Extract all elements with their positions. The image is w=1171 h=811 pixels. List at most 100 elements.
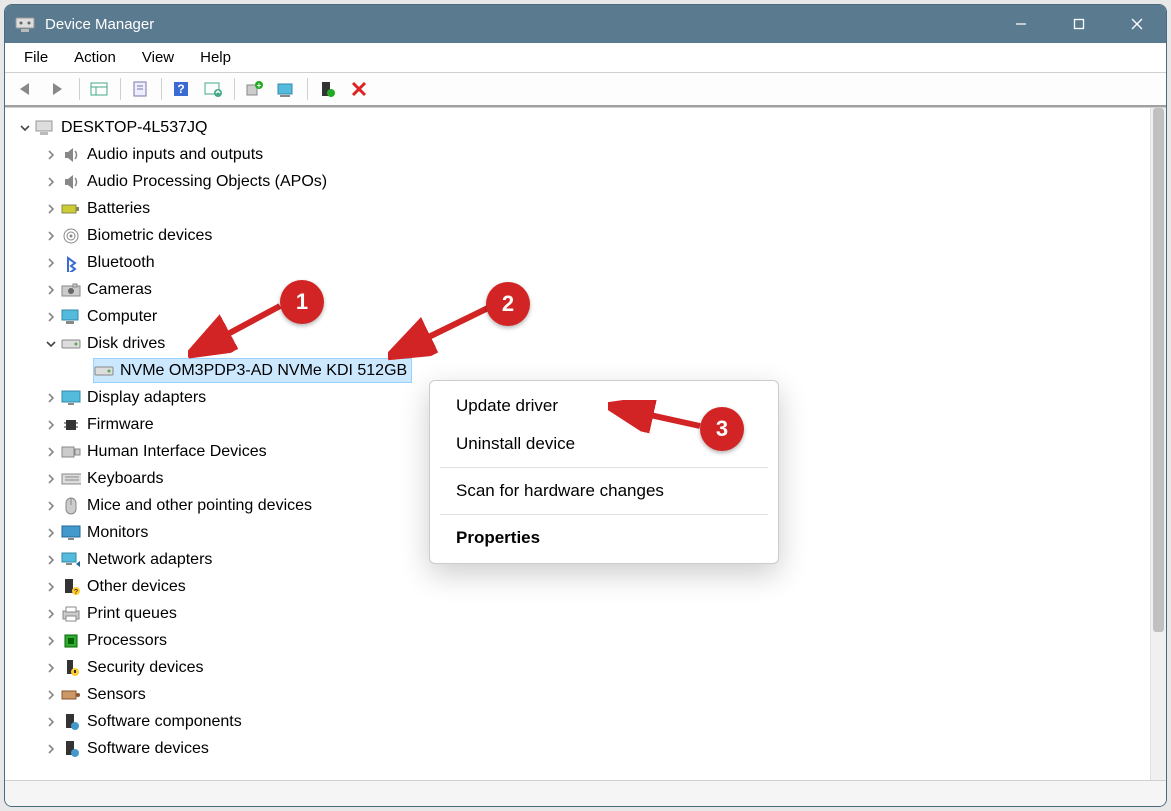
toolbar-disable-button[interactable] <box>344 76 374 102</box>
toolbar-back-button[interactable] <box>11 76 41 102</box>
keyboard-icon <box>61 469 81 489</box>
toolbar-properties-button[interactable] <box>125 76 155 102</box>
tree-category-label: Computer <box>87 308 157 326</box>
cpu-icon <box>61 631 81 651</box>
chevron-right-icon[interactable] <box>43 282 59 298</box>
battery-icon <box>61 199 81 219</box>
toolbar: ? + <box>5 73 1166 107</box>
toolbar-separator <box>234 78 235 100</box>
close-button[interactable] <box>1108 5 1166 43</box>
toolbar-separator <box>307 78 308 100</box>
software-icon <box>61 739 81 759</box>
printer-icon <box>61 604 81 624</box>
toolbar-scan-button[interactable] <box>198 76 228 102</box>
tree-category[interactable]: Computer <box>13 303 1148 330</box>
chevron-right-icon[interactable] <box>43 579 59 595</box>
tree-category[interactable]: Disk drives <box>13 330 1148 357</box>
tree-category-label: Monitors <box>87 524 148 542</box>
tree-category[interactable]: Batteries <box>13 195 1148 222</box>
scrollbar-thumb[interactable] <box>1153 108 1164 632</box>
tree-category-label: Keyboards <box>87 470 164 488</box>
toolbar-separator <box>120 78 121 100</box>
context-menu-item[interactable]: Properties <box>430 519 778 557</box>
tree-category[interactable]: Software devices <box>13 735 1148 762</box>
toolbar-enable-button[interactable] <box>312 76 342 102</box>
menu-action[interactable]: Action <box>61 43 129 72</box>
speaker-icon <box>61 172 81 192</box>
toolbar-forward-button[interactable] <box>43 76 73 102</box>
tree-category-label: Software devices <box>87 740 209 758</box>
chevron-right-icon[interactable] <box>43 174 59 190</box>
computer-icon <box>61 307 81 327</box>
tree-category[interactable]: Audio Processing Objects (APOs) <box>13 168 1148 195</box>
statusbar <box>5 780 1166 806</box>
chevron-right-icon[interactable] <box>43 228 59 244</box>
chevron-down-icon[interactable] <box>43 336 59 352</box>
maximize-button[interactable] <box>1050 5 1108 43</box>
tree-category[interactable]: Cameras <box>13 276 1148 303</box>
chevron-right-icon[interactable] <box>43 471 59 487</box>
tree-category[interactable]: Sensors <box>13 681 1148 708</box>
chevron-right-icon[interactable] <box>43 147 59 163</box>
chevron-right-icon[interactable] <box>43 444 59 460</box>
chevron-right-icon[interactable] <box>43 633 59 649</box>
bluetooth-icon <box>61 253 81 273</box>
chevron-right-icon[interactable] <box>43 660 59 676</box>
chevron-right-icon[interactable] <box>43 552 59 568</box>
tree-device-label: NVMe OM3PDP3-AD NVMe KDI 512GB <box>120 362 407 380</box>
menu-help[interactable]: Help <box>187 43 244 72</box>
tree-root[interactable]: DESKTOP-4L537JQ <box>13 114 1148 141</box>
tree-category-label: Display adapters <box>87 389 206 407</box>
tree-category-label: Network adapters <box>87 551 212 569</box>
context-menu-separator <box>440 467 768 468</box>
tree-category-label: Sensors <box>87 686 146 704</box>
tree-category[interactable]: Biometric devices <box>13 222 1148 249</box>
network-icon <box>61 550 81 570</box>
context-menu-item[interactable]: Scan for hardware changes <box>430 472 778 510</box>
tree-category[interactable]: Software components <box>13 708 1148 735</box>
chevron-right-icon[interactable] <box>43 255 59 271</box>
toolbar-uninstall-button[interactable] <box>271 76 301 102</box>
chevron-right-icon[interactable] <box>43 498 59 514</box>
toolbar-show-hide-tree-button[interactable] <box>84 76 114 102</box>
chevron-right-icon[interactable] <box>43 390 59 406</box>
chevron-right-icon[interactable] <box>43 687 59 703</box>
window-controls <box>992 5 1166 43</box>
chevron-right-icon[interactable] <box>43 417 59 433</box>
chevron-down-icon[interactable] <box>17 120 33 136</box>
toolbar-update-driver-button[interactable]: + <box>239 76 269 102</box>
menu-view[interactable]: View <box>129 43 187 72</box>
security-icon <box>61 658 81 678</box>
speaker-icon <box>61 145 81 165</box>
tree-category-label: Security devices <box>87 659 204 677</box>
context-menu-item[interactable]: Uninstall device <box>430 425 778 463</box>
tree-category[interactable]: ? Other devices <box>13 573 1148 600</box>
tree-root-label: DESKTOP-4L537JQ <box>61 119 207 137</box>
content-area: DESKTOP-4L537JQ Audio inputs and outputs… <box>5 107 1166 780</box>
tree-category[interactable]: Print queues <box>13 600 1148 627</box>
context-menu: Update driverUninstall device Scan for ha… <box>429 380 779 564</box>
chevron-right-icon[interactable] <box>43 606 59 622</box>
tree-category-label: Other devices <box>87 578 186 596</box>
tree-category[interactable]: Security devices <box>13 654 1148 681</box>
svg-text:?: ? <box>177 82 184 96</box>
toolbar-separator <box>161 78 162 100</box>
tree-category-label: Firmware <box>87 416 154 434</box>
monitor-icon <box>61 523 81 543</box>
titlebar[interactable]: Device Manager <box>5 5 1166 43</box>
chevron-right-icon[interactable] <box>43 201 59 217</box>
vertical-scrollbar[interactable] <box>1150 108 1166 780</box>
chevron-right-icon[interactable] <box>43 309 59 325</box>
chevron-right-icon[interactable] <box>43 714 59 730</box>
tree-category-label: Cameras <box>87 281 152 299</box>
context-menu-separator <box>440 514 768 515</box>
context-menu-item[interactable]: Update driver <box>430 387 778 425</box>
menu-file[interactable]: File <box>11 43 61 72</box>
toolbar-help-button[interactable]: ? <box>166 76 196 102</box>
chevron-right-icon[interactable] <box>43 525 59 541</box>
tree-category[interactable]: Bluetooth <box>13 249 1148 276</box>
tree-category[interactable]: Audio inputs and outputs <box>13 141 1148 168</box>
chevron-right-icon[interactable] <box>43 741 59 757</box>
tree-category[interactable]: Processors <box>13 627 1148 654</box>
minimize-button[interactable] <box>992 5 1050 43</box>
